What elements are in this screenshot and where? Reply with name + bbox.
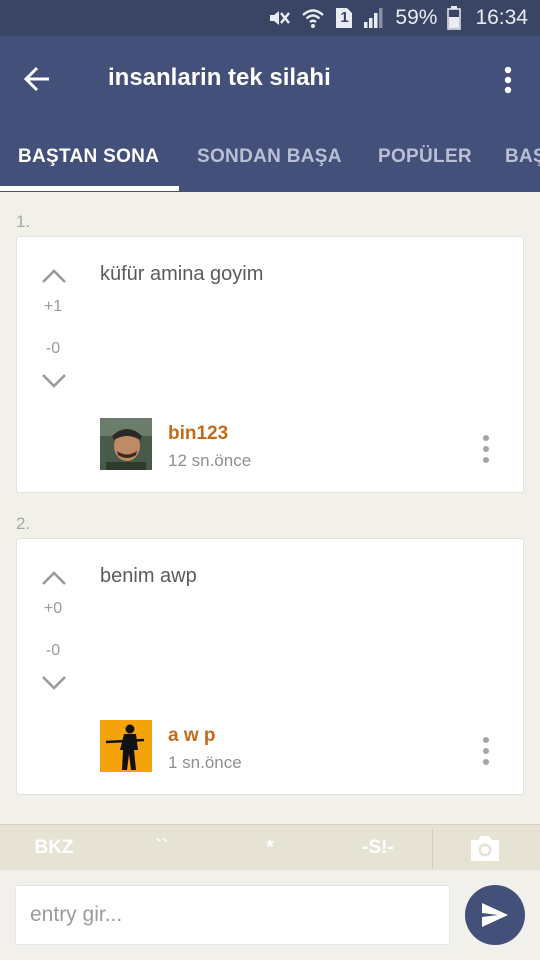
tab-bas[interactable]: BAŞ — [505, 122, 540, 192]
tab-bastan-sona[interactable]: BAŞTAN SONA — [18, 122, 159, 192]
status-bar: 1 59% 16:34 — [0, 0, 540, 36]
app-bar: insanlarin tek silahi — [0, 36, 540, 122]
page-title: insanlarin tek silahi — [108, 64, 331, 91]
send-icon — [482, 903, 508, 927]
mute-icon — [267, 7, 291, 29]
avatar[interactable] — [100, 720, 152, 772]
overflow-menu-button[interactable] — [494, 62, 522, 98]
wifi-icon — [301, 7, 325, 29]
back-button[interactable] — [18, 60, 56, 98]
battery-percent: 59% — [395, 6, 438, 29]
tab-populer[interactable]: POPÜLER — [378, 122, 472, 192]
avatar[interactable] — [100, 418, 152, 470]
tab-indicator — [0, 186, 179, 191]
upvote-icon[interactable] — [41, 267, 67, 285]
author-name[interactable]: a w p — [168, 725, 216, 747]
arrow-left-icon — [23, 66, 49, 92]
tab-sondan-basa[interactable]: SONDAN BAŞA — [197, 122, 342, 192]
battery-icon — [447, 6, 462, 30]
entry-timestamp: 1 sn.önce — [168, 753, 242, 772]
entry-card: +1 -0 küfür amina goyim bin123 12 sn.önc… — [16, 236, 524, 493]
entry-text: küfür amina goyim — [100, 263, 264, 285]
clock: 16:34 — [475, 6, 528, 29]
entry-index: 1. — [16, 212, 31, 231]
entry-timestamp: 12 sn.önce — [168, 451, 252, 470]
more-vertical-icon — [504, 66, 512, 94]
bkz-button[interactable]: BKZ — [0, 825, 108, 871]
backtick-button[interactable]: `` — [108, 825, 216, 871]
downvote-count: -0 — [45, 642, 61, 659]
tab-bar: BAŞTAN SONA SONDAN BAŞA POPÜLER BAŞ — [0, 122, 540, 192]
divider — [432, 829, 433, 869]
downvote-count: -0 — [45, 340, 61, 357]
upvote-icon[interactable] — [41, 569, 67, 587]
camera-icon[interactable] — [468, 833, 502, 863]
asterisk-button[interactable]: * — [216, 825, 324, 871]
more-vertical-icon[interactable] — [479, 433, 493, 465]
entry-index: 2. — [16, 514, 31, 533]
spoiler-button[interactable]: -S!- — [324, 825, 432, 871]
more-vertical-icon[interactable] — [479, 735, 493, 767]
author-name[interactable]: bin123 — [168, 423, 228, 445]
entry-input[interactable] — [15, 885, 450, 945]
sim-icon: 1 — [335, 7, 353, 29]
composer — [0, 870, 540, 960]
format-toolbar: BKZ `` * -S!- — [0, 824, 540, 870]
upvote-count: +1 — [43, 298, 63, 315]
signal-icon — [363, 7, 385, 29]
entry-text: benim awp — [100, 565, 197, 587]
upvote-count: +0 — [43, 600, 63, 617]
send-button[interactable] — [465, 885, 525, 945]
entry-card: +0 -0 benim awp a w p 1 sn.önce — [16, 538, 524, 795]
downvote-icon[interactable] — [41, 372, 67, 390]
downvote-icon[interactable] — [41, 674, 67, 692]
sim-slot-label: 1 — [340, 9, 349, 26]
